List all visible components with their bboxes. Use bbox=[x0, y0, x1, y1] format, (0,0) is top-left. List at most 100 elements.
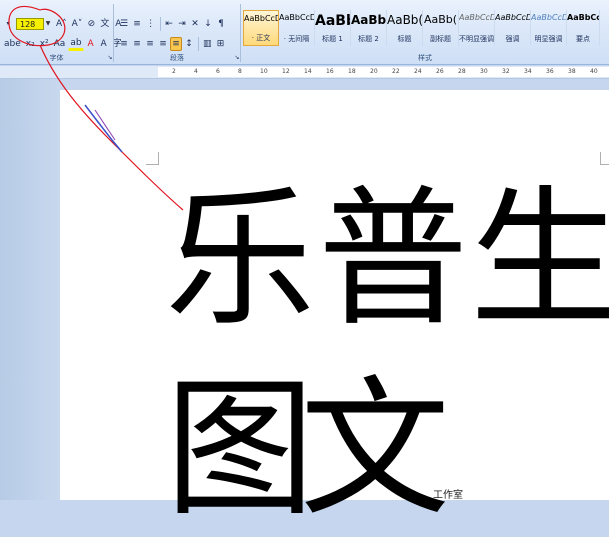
char-shading-button[interactable]: A bbox=[98, 37, 110, 51]
ruler-tick-label: 4 bbox=[194, 68, 198, 75]
style-sample-text: AaBb( bbox=[387, 13, 422, 27]
style-sample-text: AaBbCcDd bbox=[244, 14, 278, 23]
shrink-font-button[interactable]: A˅ bbox=[70, 17, 85, 31]
phonetic-guide-button[interactable]: 文 bbox=[98, 17, 111, 31]
document-char[interactable]: 文 bbox=[300, 375, 450, 525]
style-sample-text: AaBbCcDd bbox=[459, 13, 494, 22]
ruler-tick-label: 18 bbox=[348, 68, 356, 75]
sort-button[interactable]: ↓ bbox=[202, 17, 214, 31]
document-char[interactable]: 图 bbox=[165, 375, 315, 525]
ruler-tick-label: 10 bbox=[260, 68, 268, 75]
ruler-tick-label: 6 bbox=[216, 68, 220, 75]
ruler-tick-label: 30 bbox=[480, 68, 488, 75]
font-size-dropdown-arrow[interactable]: ▼ bbox=[44, 18, 52, 30]
ruler-tick-label: 8 bbox=[238, 68, 242, 75]
style-gallery-item[interactable]: AaBbCcDd 不明显强调 bbox=[459, 10, 495, 46]
style-name-label: 明显强调 bbox=[534, 35, 563, 43]
style-name-label: 标题 bbox=[397, 35, 412, 43]
multilevel-list-button[interactable]: ⋮ bbox=[144, 17, 157, 31]
document-char[interactable]: 普 bbox=[318, 185, 468, 335]
style-gallery-item[interactable]: AaBbCcDd 要点 bbox=[567, 10, 600, 46]
show-marks-button[interactable]: ¶ bbox=[215, 17, 227, 31]
chinese-layout-button[interactable]: ✕ bbox=[189, 17, 201, 31]
borders-button[interactable]: ⊞ bbox=[215, 37, 227, 51]
highlight-button[interactable]: ab bbox=[68, 37, 84, 51]
crop-mark-left bbox=[146, 152, 159, 165]
style-name-label: 标题 2 bbox=[358, 35, 379, 43]
style-sample-text: AaBb( bbox=[351, 13, 386, 27]
style-sample-text: AaBb( bbox=[423, 13, 458, 26]
ruler-tick-label: 36 bbox=[546, 68, 554, 75]
style-name-label: 标题 1 bbox=[322, 35, 343, 43]
ruler-tick-label: 38 bbox=[568, 68, 576, 75]
style-sample-text: AaBb bbox=[315, 13, 350, 29]
styles-gallery: AaBbCcDd · 正文 AaBbCcDd · 无间隔 AaBb 标题 1 AaBb( 标题… bbox=[243, 10, 600, 46]
font-name-dropdown-arrow[interactable]: ▾ bbox=[2, 17, 14, 31]
font-toolbar-row2: abe x₂ x² Aa ab A A 字 bbox=[2, 37, 125, 51]
distributed-button[interactable]: ≡ bbox=[170, 37, 182, 51]
style-sample-text: AaBbCcDd bbox=[279, 13, 314, 22]
style-gallery-item[interactable]: AaBbCcDd 明显强调 bbox=[531, 10, 567, 46]
style-sample-text: AaBbCcDd bbox=[495, 13, 530, 22]
style-gallery-item[interactable]: AaBb( 副标题 bbox=[423, 10, 459, 46]
font-toolbar-row1: A˄ A˅ ⊘ 文 A bbox=[54, 17, 125, 31]
style-sample-text: AaBbCcDd bbox=[531, 13, 566, 22]
font-dialog-launcher-icon[interactable]: ↘ bbox=[104, 53, 116, 62]
style-name-label: 不明显强调 bbox=[459, 35, 494, 43]
align-right-button[interactable]: ≡ bbox=[144, 37, 156, 51]
justify-button[interactable]: ≡ bbox=[157, 37, 169, 51]
style-gallery-item[interactable]: AaBb 标题 1 bbox=[315, 10, 351, 46]
ruler-text-area bbox=[158, 67, 609, 77]
ruler-tick-label: 34 bbox=[524, 68, 532, 75]
ruler-tick-label: 20 bbox=[370, 68, 378, 75]
style-name-label: 强调 bbox=[505, 35, 520, 43]
numbering-button[interactable]: ≡ bbox=[131, 17, 143, 31]
styles-group-label: 样式 bbox=[418, 54, 432, 62]
superscript-button[interactable]: x² bbox=[38, 37, 51, 51]
style-gallery-item[interactable]: AaBbCcDd 强调 bbox=[495, 10, 531, 46]
style-gallery-item[interactable]: AaBbCcDd · 正文 bbox=[243, 10, 279, 46]
paragraph-toolbar-row2: ≡ ≡ ≡ ≡ ≡ ↕ ▥ ⊞ bbox=[118, 37, 228, 51]
style-gallery-item[interactable]: AaBbCcDd · 无间隔 bbox=[279, 10, 315, 46]
watermark-text: 工作室 bbox=[433, 490, 463, 501]
document-char[interactable]: 生 bbox=[470, 185, 609, 335]
align-center-button[interactable]: ≡ bbox=[131, 37, 143, 51]
font-group-label: 字体 bbox=[49, 54, 64, 62]
ruler-tick-label: 24 bbox=[414, 68, 422, 75]
style-name-label: · 正文 bbox=[251, 34, 271, 42]
ruler-tick-label: 14 bbox=[304, 68, 312, 75]
shading-button[interactable]: ▥ bbox=[201, 37, 214, 51]
align-left-button[interactable]: ≡ bbox=[118, 37, 130, 51]
strikethrough-button[interactable]: abe bbox=[2, 37, 23, 51]
increase-indent-button[interactable]: ⇥ bbox=[176, 17, 188, 31]
crop-mark-right bbox=[600, 152, 609, 165]
change-case-button[interactable]: Aa bbox=[52, 37, 68, 51]
clear-format-button[interactable]: ⊘ bbox=[85, 17, 97, 31]
ruler-tick-label: 32 bbox=[502, 68, 510, 75]
bullets-button[interactable]: ☰ bbox=[118, 17, 130, 31]
font-size-row: ▾ bbox=[2, 17, 15, 31]
paragraph-dialog-launcher-icon[interactable]: ↘ bbox=[231, 53, 243, 62]
ruler-tick-label: 26 bbox=[436, 68, 444, 75]
document-char[interactable]: 乐 bbox=[165, 185, 315, 335]
subscript-button[interactable]: x₂ bbox=[24, 37, 37, 51]
style-gallery-item[interactable]: AaBb( 标题 2 bbox=[351, 10, 387, 46]
ruler-tick-label: 40 bbox=[590, 68, 598, 75]
grow-font-button[interactable]: A˄ bbox=[54, 17, 69, 31]
ruler-tick-label: 12 bbox=[282, 68, 290, 75]
paragraph-toolbar-row1: ☰ ≡ ⋮ ⇤ ⇥ ✕ ↓ ¶ bbox=[118, 17, 228, 31]
decrease-indent-button[interactable]: ⇤ bbox=[163, 17, 175, 31]
line-spacing-button[interactable]: ↕ bbox=[183, 37, 195, 51]
style-name-label: 副标题 bbox=[430, 35, 451, 43]
style-gallery-item[interactable]: AaBb( 标题 bbox=[387, 10, 423, 46]
ribbon: ▾ 128 ▼ A˄ A˅ ⊘ 文 A abe x₂ x² Aa ab A A 字 ☰ ≡ ⋮ ⇤ ⇥… bbox=[0, 0, 609, 65]
ruler-tick-label: 2 bbox=[172, 68, 176, 75]
font-color-button[interactable]: A bbox=[85, 37, 97, 51]
document-left-margin-area bbox=[0, 79, 60, 500]
font-size-input[interactable]: 128 bbox=[16, 18, 44, 30]
style-sample-text: AaBbCcDd bbox=[567, 13, 599, 22]
ruler-tick-label: 28 bbox=[458, 68, 466, 75]
ruler-tick-label: 22 bbox=[392, 68, 400, 75]
style-name-label: 要点 bbox=[576, 35, 590, 43]
horizontal-ruler[interactable]: 2 4 6 8 10 12 14 16 18 20 22 24 26 28 30 32 34 36 38 40 bbox=[0, 66, 609, 79]
